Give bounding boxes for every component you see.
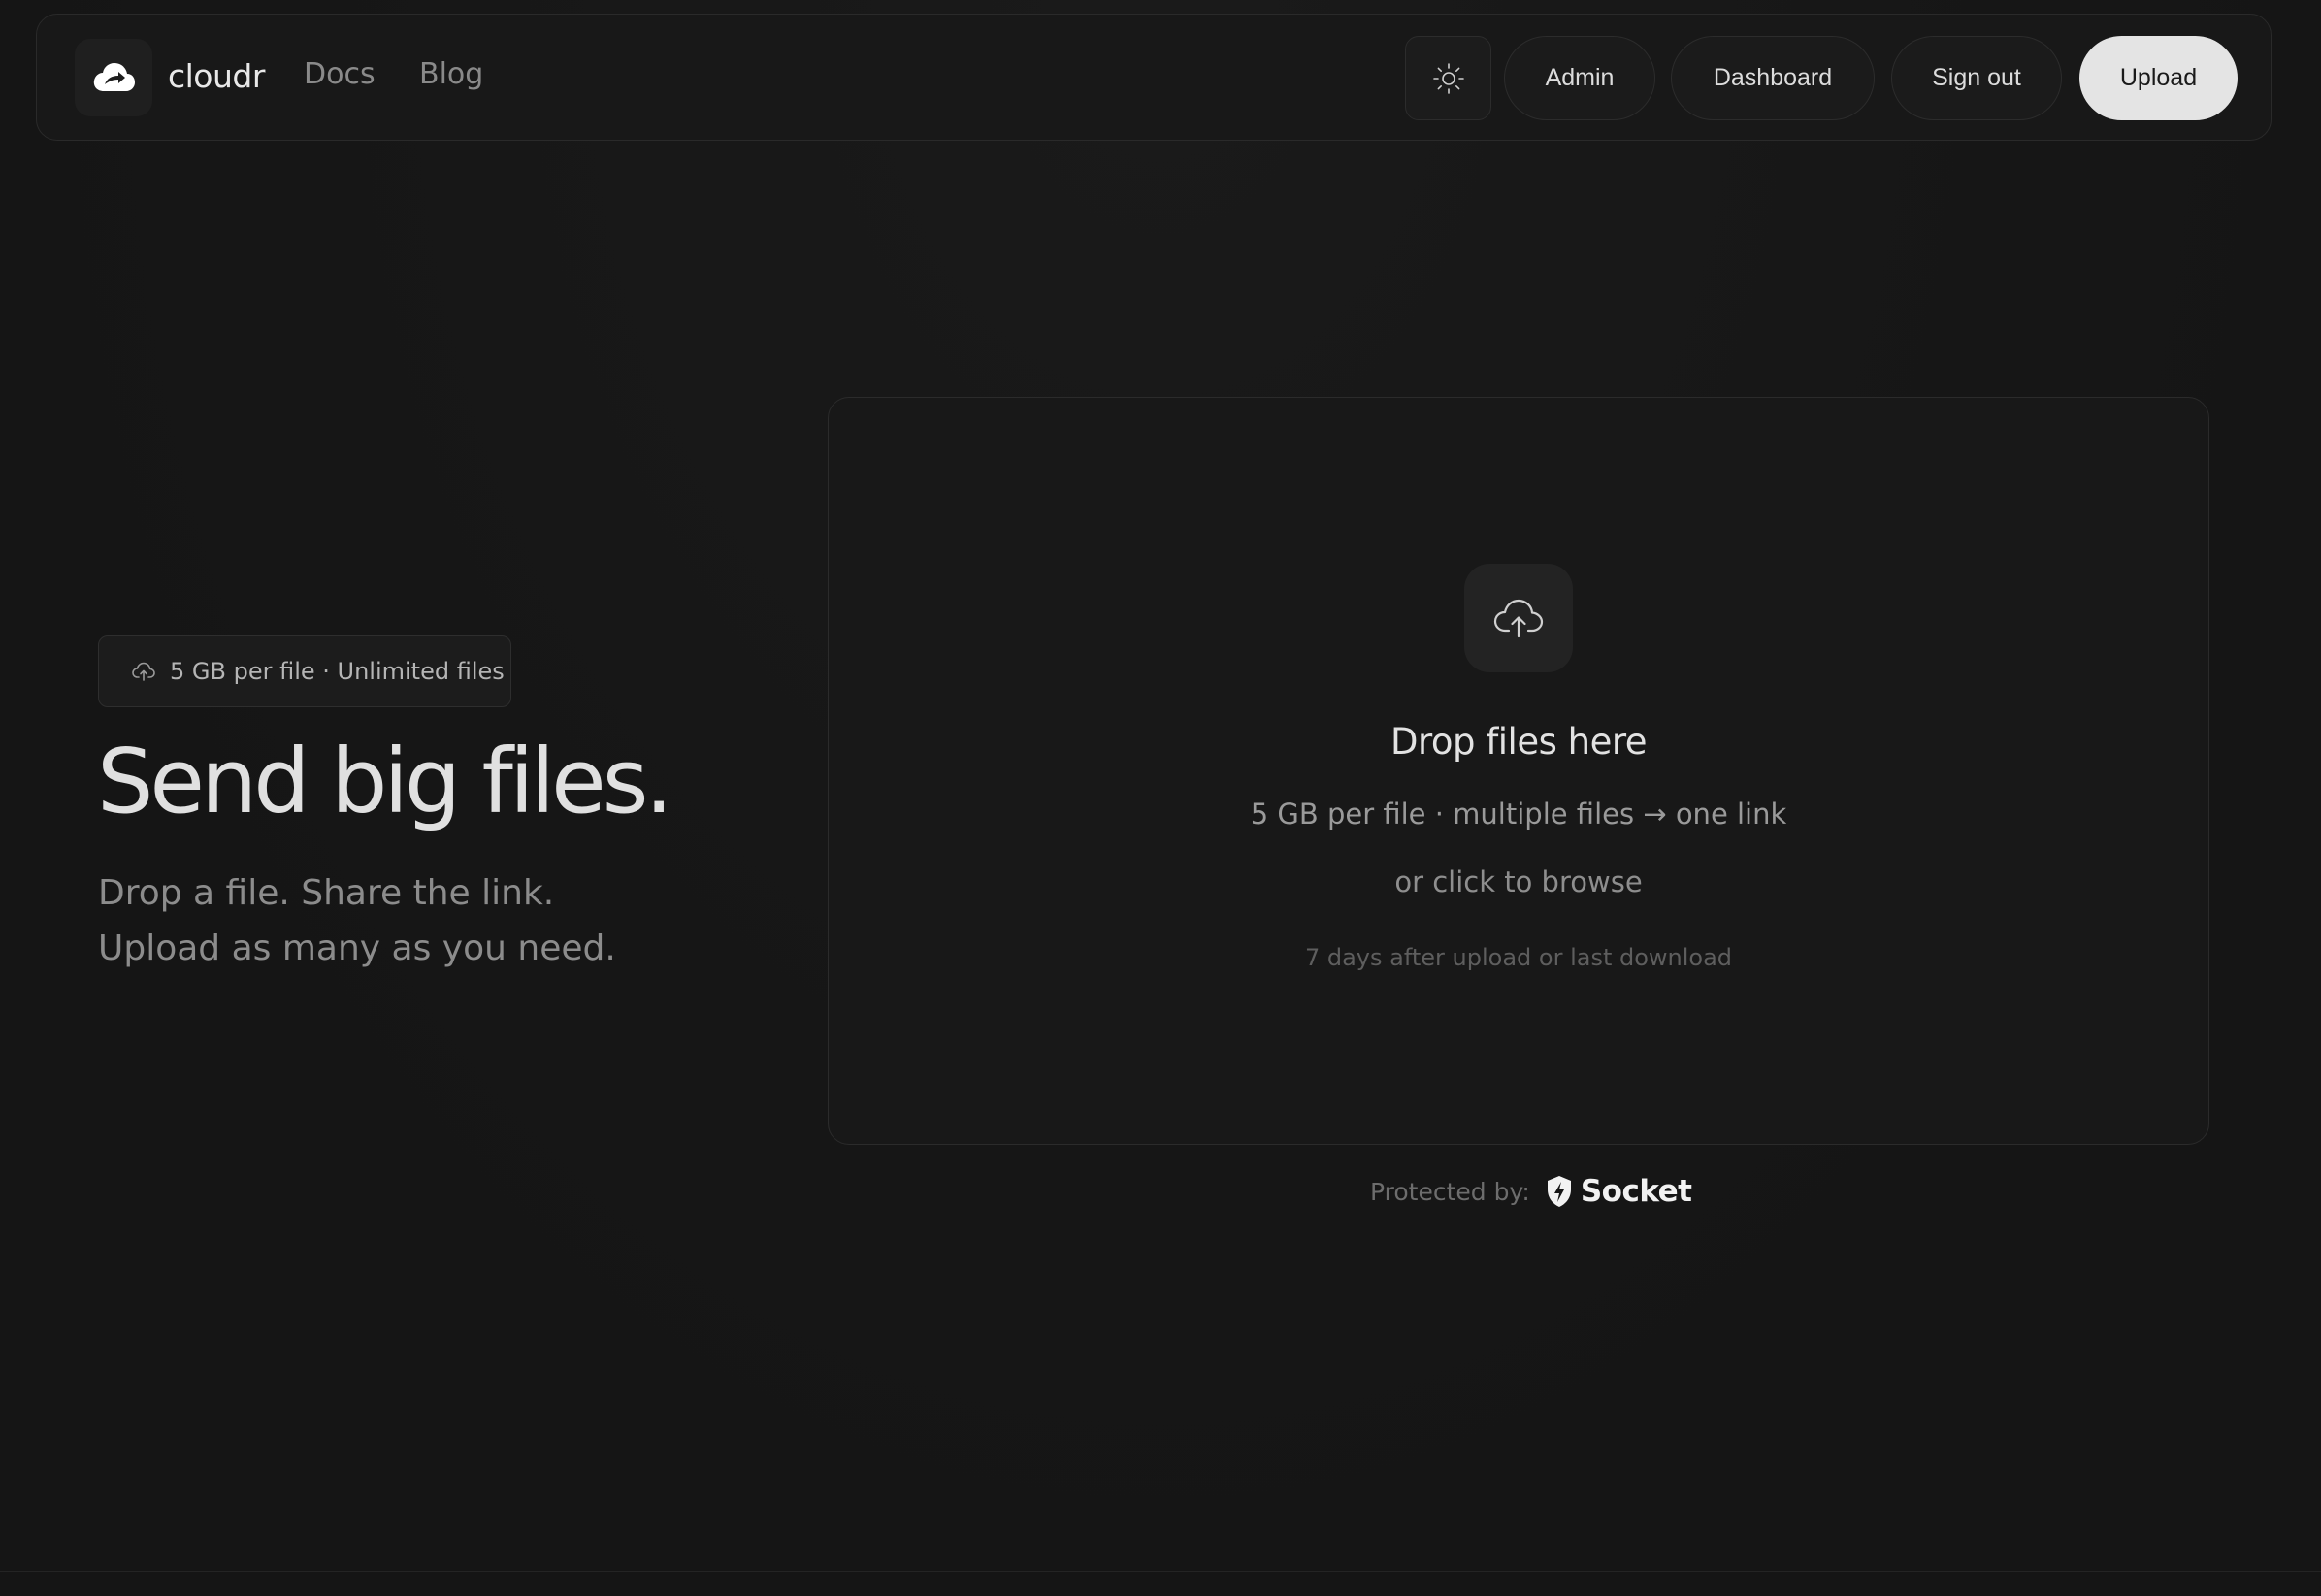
dropzone-browse-text[interactable]: or click to browse	[829, 865, 2208, 898]
cloud-upload-icon	[132, 662, 155, 681]
nav-link-blog[interactable]: Blog	[419, 57, 483, 91]
file-dropzone[interactable]: Drop files here 5 GB per file · multiple…	[828, 397, 2209, 1145]
limits-badge-text: 5 GB per file · Unlimited files	[170, 658, 505, 685]
footer-divider	[0, 1571, 2321, 1572]
dropzone-title: Drop files here	[1389, 721, 1648, 763]
protected-by-label: Protected by:	[1370, 1177, 1530, 1206]
theme-toggle-button[interactable]	[1405, 36, 1491, 120]
top-nav: cloudr Docs Blog Admin Dashboard Sign ou…	[36, 14, 2272, 141]
hero-subtitle-line-2: Upload as many as you need.	[98, 928, 616, 968]
upload-button[interactable]: Upload	[2079, 36, 2238, 120]
sign-out-button[interactable]: Sign out	[1891, 36, 2062, 120]
limits-badge: 5 GB per file · Unlimited files	[98, 635, 511, 707]
page: cloudr Docs Blog Admin Dashboard Sign ou…	[0, 0, 2321, 1596]
cloud-upload-icon	[1493, 599, 1544, 638]
logo[interactable]	[75, 39, 152, 116]
socket-brand-text: Socket	[1580, 1174, 1692, 1209]
nav-link-docs[interactable]: Docs	[304, 57, 376, 91]
hero-title: Send big files.	[97, 730, 673, 833]
protected-by: Protected by: Socket	[1370, 1174, 1692, 1209]
hero-subtitle-line-1: Drop a file. Share the link.	[98, 873, 555, 913]
dropzone-expiry-text: 7 days after upload or last download	[1304, 944, 1733, 971]
socket-logo[interactable]: Socket	[1546, 1174, 1692, 1209]
brand-name[interactable]: cloudr	[168, 57, 265, 95]
socket-shield-icon	[1547, 1176, 1571, 1207]
cloud-logo-icon	[93, 63, 135, 91]
dashboard-button[interactable]: Dashboard	[1671, 36, 1875, 120]
sun-icon	[1432, 62, 1464, 94]
dropzone-icon-box	[1464, 564, 1573, 672]
hero-subtitle: Drop a file. Share the link. Upload as m…	[98, 865, 616, 976]
dropzone-limit-text: 5 GB per file · multiple files → one lin…	[1250, 798, 1787, 831]
admin-button[interactable]: Admin	[1504, 36, 1655, 120]
